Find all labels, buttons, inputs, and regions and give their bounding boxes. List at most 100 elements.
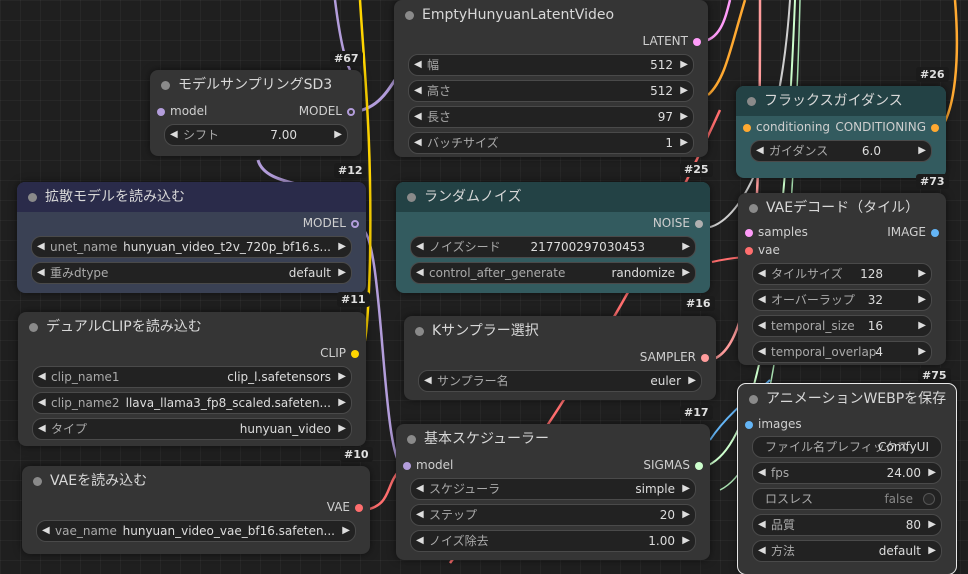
increment-icon[interactable]: ▶ [338, 419, 346, 439]
collapse-dot-icon[interactable] [28, 193, 37, 202]
increment-icon[interactable]: ▶ [918, 290, 926, 310]
conditioning-output-slot[interactable]: CONDITIONING [835, 120, 939, 134]
vae-decode-tiled-node[interactable]: VAEデコード（タイル） samples IMAGE vae ◀ タイルサイズ 12… [738, 193, 946, 365]
increment-icon[interactable]: ▶ [682, 263, 690, 283]
increment-icon[interactable]: ▶ [680, 81, 688, 101]
collapse-dot-icon[interactable] [749, 204, 758, 213]
height-widget[interactable]: ◀ 高さ 512 ▶ [408, 80, 694, 102]
scheduler-widget[interactable]: ◀ スケジューラ simple ▶ [410, 478, 696, 500]
model-sampling-sd3-node[interactable]: モデルサンプリングSD3 model MODEL ◀ シフト 7.00 ▶ [150, 70, 362, 156]
increment-icon[interactable]: ▶ [680, 133, 688, 153]
collapse-dot-icon[interactable] [747, 97, 756, 106]
decrement-icon[interactable]: ◀ [758, 515, 766, 535]
latent-output-pin-icon[interactable] [693, 38, 701, 46]
node-header[interactable]: 拡散モデルを読み込む [17, 182, 366, 212]
decrement-icon[interactable]: ◀ [416, 531, 424, 551]
temporal-size-widget[interactable]: ◀ temporal_size 16 ▶ [752, 315, 932, 337]
vae-name-widget[interactable]: ◀ vae_name hunyuan_video_vae_bf16.safeten.… [36, 520, 356, 542]
sampler-name-widget[interactable]: ◀ サンプラー名 euler ▶ [418, 370, 702, 392]
images-input-pin-icon[interactable] [745, 421, 753, 429]
node-header[interactable]: EmptyHunyuanLatentVideo [394, 0, 708, 30]
increment-icon[interactable]: ▶ [918, 342, 926, 362]
node-header[interactable]: フラックスガイダンス [736, 86, 946, 116]
steps-widget[interactable]: ◀ ステップ 20 ▶ [410, 504, 696, 526]
increment-icon[interactable]: ▶ [338, 237, 346, 257]
increment-icon[interactable]: ▶ [342, 521, 350, 541]
clip-name2-widget[interactable]: ◀ clip_name2 llava_llama3_fp8_scaled.safet… [32, 392, 352, 414]
clip-name1-widget[interactable]: ◀ clip_name1 clip_l.safetensors ▶ [32, 366, 352, 388]
decrement-icon[interactable]: ◀ [414, 55, 422, 75]
decrement-icon[interactable]: ◀ [414, 133, 422, 153]
decrement-icon[interactable]: ◀ [758, 541, 766, 561]
toggle-knob-icon[interactable] [923, 493, 935, 505]
model-input-pin-icon[interactable] [403, 462, 411, 470]
decrement-icon[interactable]: ◀ [37, 237, 45, 257]
collapse-dot-icon[interactable] [415, 327, 424, 336]
increment-icon[interactable]: ▶ [682, 531, 690, 551]
collapse-dot-icon[interactable] [29, 323, 38, 332]
node-header[interactable]: VAEを読み込む [22, 466, 370, 496]
vae-input-pin-icon[interactable] [745, 247, 753, 255]
decrement-icon[interactable]: ◀ [416, 237, 424, 257]
decrement-icon[interactable]: ◀ [416, 263, 424, 283]
decrement-icon[interactable]: ◀ [756, 141, 764, 161]
model-output-slot[interactable]: MODEL [299, 104, 355, 118]
latent-output-slot[interactable]: LATENT [643, 34, 701, 48]
sigmas-output-pin-icon[interactable] [695, 462, 703, 470]
model-output-pin-icon[interactable] [351, 220, 359, 228]
model-output-slot[interactable]: MODEL [303, 216, 359, 230]
weight-dtype-widget[interactable]: ◀ 重みdtype default ▶ [31, 262, 352, 284]
node-header[interactable]: 基本スケジューラー [396, 424, 710, 454]
noise-seed-widget[interactable]: ◀ ノイズシード 217700297030453 ▶ [410, 236, 696, 258]
increment-icon[interactable]: ▶ [918, 264, 926, 284]
increment-icon[interactable]: ▶ [338, 263, 346, 283]
decrement-icon[interactable]: ◀ [758, 342, 766, 362]
increment-icon[interactable]: ▶ [918, 316, 926, 336]
increment-icon[interactable]: ▶ [338, 367, 346, 387]
random-noise-node[interactable]: ランダムノイズ NOISE ◀ ノイズシード 217700297030453 ▶ ◀ c… [396, 182, 710, 293]
vae-input-slot[interactable]: vae [745, 243, 780, 257]
node-header[interactable]: アニメーションWEBPを保存 [738, 384, 956, 414]
tile-size-widget[interactable]: ◀ タイルサイズ 128 ▶ [752, 263, 932, 285]
collapse-dot-icon[interactable] [749, 395, 758, 404]
decrement-icon[interactable]: ◀ [758, 290, 766, 310]
samples-input-pin-icon[interactable] [745, 229, 753, 237]
unet-name-widget[interactable]: ◀ unet_name hunyuan_video_t2v_720p_bf16.s.… [31, 236, 352, 258]
node-header[interactable]: モデルサンプリングSD3 [150, 70, 362, 100]
shift-widget[interactable]: ◀ シフト 7.00 ▶ [164, 124, 348, 146]
vae-loader-node[interactable]: VAEを読み込む VAE ◀ vae_name hunyuan_video_vae_… [22, 466, 370, 554]
decrement-icon[interactable]: ◀ [37, 263, 45, 283]
sampler-output-pin-icon[interactable] [701, 354, 709, 362]
increment-icon[interactable]: ▶ [680, 55, 688, 75]
increment-icon[interactable]: ▶ [682, 479, 690, 499]
load-diffusion-model-node[interactable]: 拡散モデルを読み込む MODEL ◀ unet_name hunyuan_video… [17, 182, 366, 293]
method-widget[interactable]: ◀ 方法 default ▶ [752, 540, 942, 562]
samples-input-slot[interactable]: samples [745, 225, 808, 239]
decrement-icon[interactable]: ◀ [414, 107, 422, 127]
increment-icon[interactable]: ▶ [682, 237, 690, 257]
model-output-pin-icon[interactable] [347, 108, 355, 116]
increment-icon[interactable]: ▶ [334, 125, 342, 145]
decrement-icon[interactable]: ◀ [38, 367, 46, 387]
decrement-icon[interactable]: ◀ [416, 505, 424, 525]
filename-prefix-input[interactable]: ファイル名プレフィックス ComfyUI [752, 436, 942, 458]
dual-clip-loader-node[interactable]: デュアルCLIPを読み込む CLIP ◀ clip_name1 clip_l.saf… [18, 312, 366, 446]
image-output-slot[interactable]: IMAGE [887, 225, 939, 239]
collapse-dot-icon[interactable] [405, 11, 414, 20]
noise-output-slot[interactable]: NOISE [653, 216, 703, 230]
decrement-icon[interactable]: ◀ [414, 81, 422, 101]
decrement-icon[interactable]: ◀ [416, 479, 424, 499]
increment-icon[interactable]: ▶ [918, 141, 926, 161]
fps-widget[interactable]: ◀ fps 24.00 ▶ [752, 462, 942, 484]
clip-output-pin-icon[interactable] [351, 350, 359, 358]
increment-icon[interactable]: ▶ [928, 515, 936, 535]
quality-widget[interactable]: ◀ 品質 80 ▶ [752, 514, 942, 536]
noise-output-pin-icon[interactable] [695, 220, 703, 228]
ksampler-select-node[interactable]: Kサンプラー選択 SAMPLER ◀ サンプラー名 euler ▶ [404, 316, 716, 400]
node-header[interactable]: Kサンプラー選択 [404, 316, 716, 346]
basic-scheduler-node[interactable]: 基本スケジューラー model SIGMAS ◀ スケジューラ simple ▶ ◀ ス… [396, 424, 710, 560]
length-widget[interactable]: ◀ 長さ 97 ▶ [408, 106, 694, 128]
empty-latent-video-node[interactable]: EmptyHunyuanLatentVideo LATENT ◀ 幅 512 ▶ ◀ 高… [394, 0, 708, 157]
clip-output-slot[interactable]: CLIP [320, 346, 359, 360]
increment-icon[interactable]: ▶ [680, 107, 688, 127]
